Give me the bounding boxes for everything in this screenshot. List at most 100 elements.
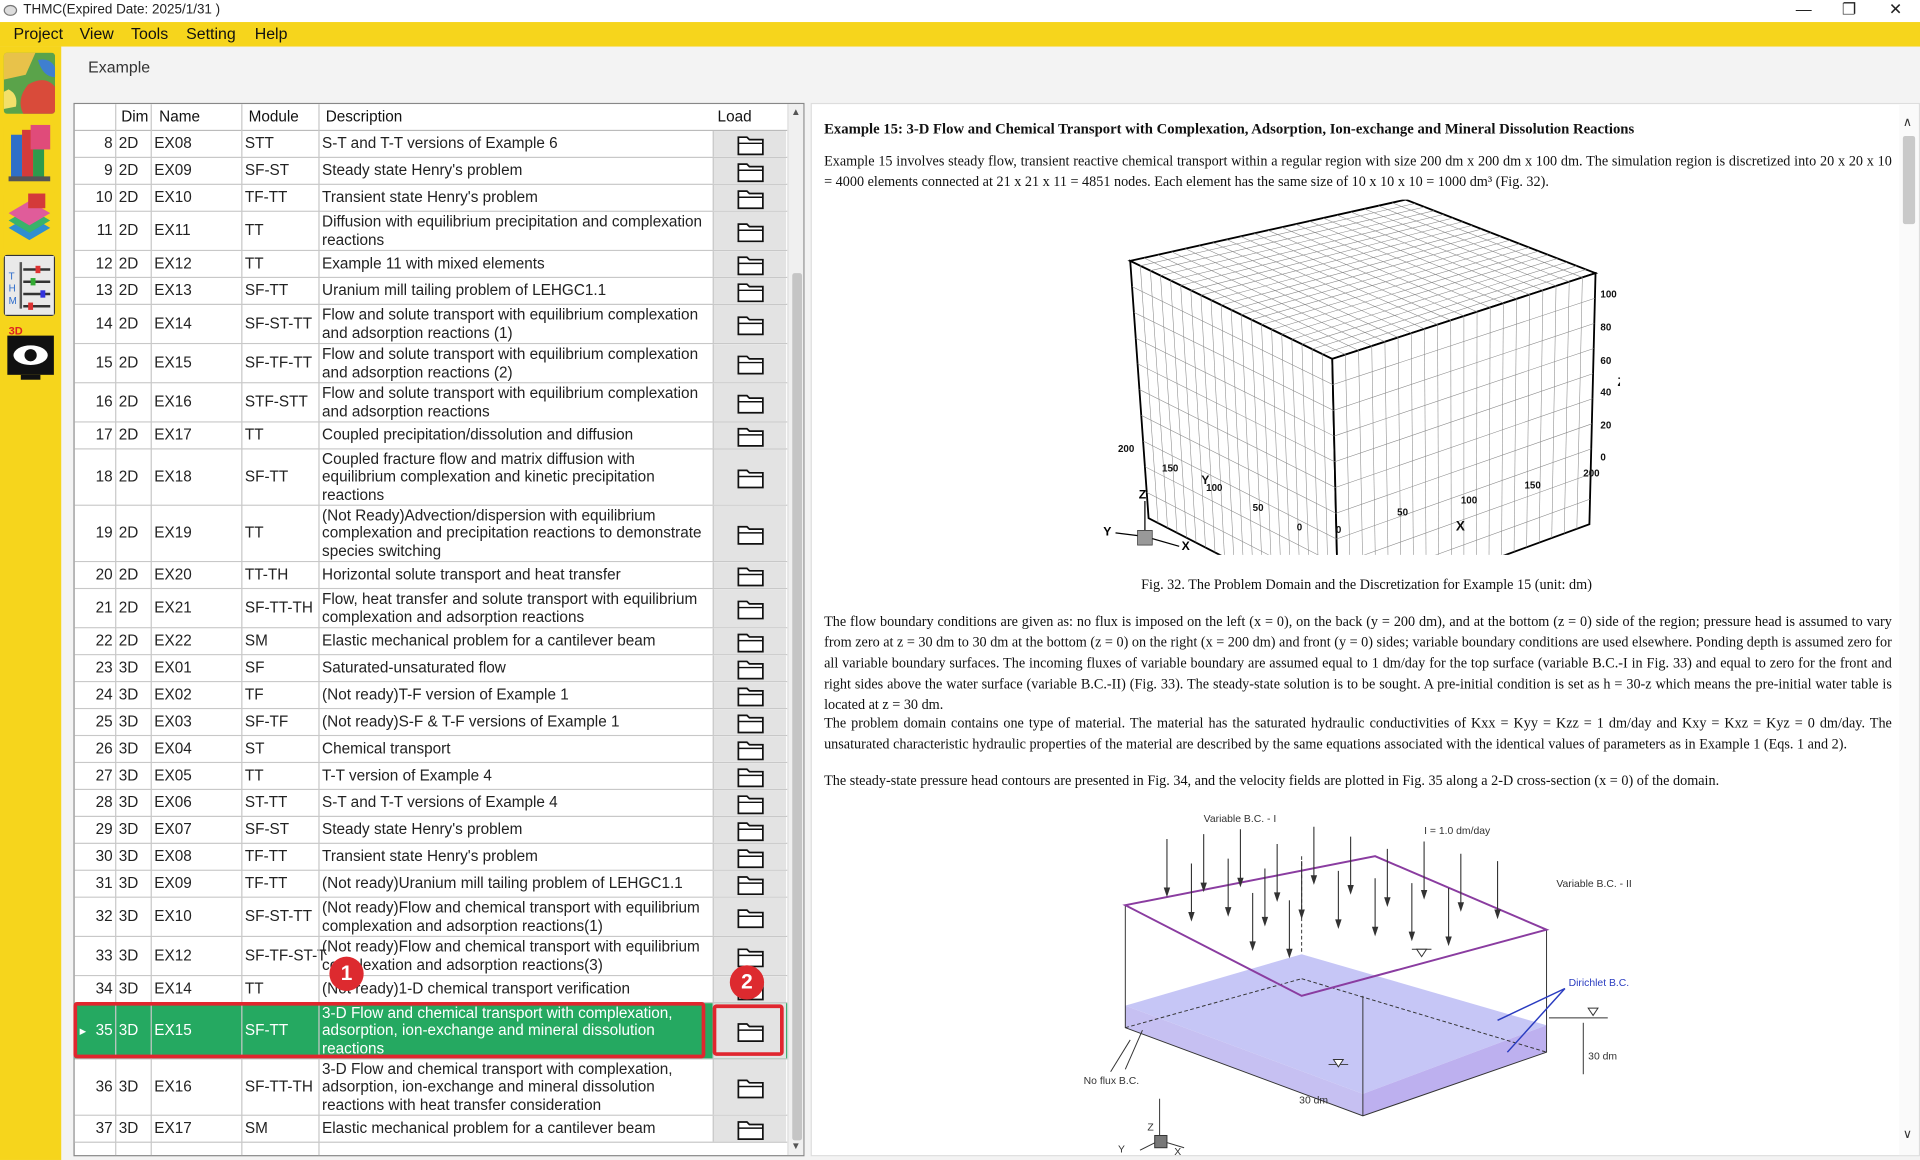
doc-scroll-down-icon[interactable]: ∨ <box>1903 1128 1912 1141</box>
table-row[interactable]: 26 3D EX04 ST Chemical transport <box>74 736 788 764</box>
menu-view[interactable]: View <box>80 24 114 42</box>
col-name-header[interactable]: Name <box>159 108 200 125</box>
load-button[interactable] <box>712 131 787 157</box>
load-button[interactable] <box>712 1115 787 1142</box>
table-row[interactable]: 17 2D EX17 TT Coupled precipitation/dissolut… <box>74 422 788 450</box>
load-button[interactable] <box>712 344 787 383</box>
menu-help[interactable]: Help <box>255 24 288 42</box>
load-button[interactable] <box>712 305 787 343</box>
cell-name: EX19 <box>154 524 192 542</box>
table-row[interactable]: 13 2D EX13 SF-TT Uranium mill tailing proble… <box>74 278 788 306</box>
cell-name: EX20 <box>154 566 192 584</box>
load-button[interactable] <box>712 278 787 304</box>
load-button[interactable] <box>712 843 787 870</box>
table-row[interactable]: 18 2D EX18 SF-TT Coupled fracture flow and m… <box>74 449 788 506</box>
col-module-header[interactable]: Module <box>249 108 299 125</box>
table-row[interactable]: 31 3D EX09 TF-TT (Not ready)Uranium mill tai… <box>74 870 788 898</box>
load-button[interactable] <box>712 383 787 422</box>
load-button[interactable] <box>712 682 787 708</box>
table-row[interactable]: 11 2D EX11 TT Diffusion with equilibrium pre… <box>74 211 788 252</box>
load-button[interactable] <box>712 709 787 735</box>
3d-viewer-tool-icon[interactable]: 3D <box>3 323 56 385</box>
cell-module: SF-TT-TH <box>244 1078 313 1096</box>
table-row[interactable]: 23 3D EX01 SF Saturated-unsaturated flow <box>74 655 788 683</box>
fig32-axis-y: Y <box>1201 473 1209 487</box>
map-tool-icon[interactable] <box>3 52 56 114</box>
load-button[interactable] <box>712 897 787 936</box>
table-row[interactable]: 10 2D EX10 TF-TT Transient state Henry's pro… <box>74 184 788 212</box>
col-dim-header[interactable]: Dim <box>121 108 148 125</box>
fig33-dim-right: 30 dm <box>1588 1052 1617 1063</box>
load-button[interactable] <box>712 790 787 816</box>
cell-description: Saturated-unsaturated flow <box>322 659 506 677</box>
menu-project[interactable]: Project <box>13 24 63 42</box>
doc-scrollbar[interactable]: ∧ ∨ <box>1899 104 1919 1156</box>
load-button[interactable] <box>712 1059 787 1115</box>
load-button[interactable] <box>712 655 787 682</box>
table-row[interactable]: 29 3D EX07 SF-ST Steady state Henry's proble… <box>74 817 788 844</box>
menu-setting[interactable]: Setting <box>186 24 236 42</box>
table-row[interactable]: 36 3D EX16 SF-TT-TH 3-D Flow and chemical tr… <box>74 1059 788 1116</box>
load-button[interactable] <box>712 562 787 588</box>
table-row[interactable]: 34 3D EX14 TT (Not ready)1-D chemical transp… <box>74 976 788 1004</box>
table-row[interactable]: 32 3D EX10 SF-ST-TT (Not ready)Flow and chem… <box>74 897 788 938</box>
svg-text:T: T <box>9 271 15 282</box>
load-button[interactable] <box>712 422 787 449</box>
menu-tools[interactable]: Tools <box>131 24 168 42</box>
grid-scrollbar[interactable]: ▲ ▼ <box>787 104 804 1156</box>
load-button[interactable] <box>712 736 787 762</box>
books-tool-icon[interactable] <box>3 122 56 184</box>
fig32-axis-x: X <box>1456 518 1465 533</box>
table-row[interactable]: 24 3D EX02 TF (Not ready)T-F version of Exam… <box>74 682 788 710</box>
thmc-panel-tool-icon[interactable]: T H M <box>3 254 56 317</box>
tab-example[interactable]: Example <box>88 58 150 76</box>
load-button[interactable] <box>712 158 787 184</box>
load-button[interactable] <box>712 817 787 843</box>
table-row[interactable]: 27 3D EX05 TT T-T version of Example 4 <box>74 763 788 791</box>
load-button[interactable] <box>712 589 787 628</box>
table-row[interactable]: 9 2D EX09 SF-ST Steady state Henry's problem <box>74 158 788 185</box>
doc-scroll-thumb[interactable] <box>1902 135 1916 225</box>
table-row[interactable]: 19 2D EX19 TT (Not Ready)Advection/dispersio… <box>74 505 788 563</box>
table-row[interactable]: 16 2D EX16 STF-STT Flow and solute transport… <box>74 383 788 423</box>
load-button[interactable] <box>712 763 787 789</box>
load-button[interactable] <box>712 505 787 562</box>
3d-layers-tool-icon[interactable] <box>3 191 56 253</box>
minimize-button[interactable]: — <box>1782 0 1826 22</box>
table-row[interactable]: 22 2D EX22 SM Elastic mechanical problem for… <box>74 628 788 656</box>
table-row[interactable]: 28 3D EX06 ST-TT S-T and T-T versions of Exa… <box>74 790 788 818</box>
load-button[interactable] <box>712 449 787 505</box>
close-button[interactable]: ✕ <box>1873 0 1917 22</box>
y-tick: 0 <box>1297 522 1303 533</box>
table-row[interactable]: 37 3D EX17 SM Elastic mechanical problem for… <box>74 1115 788 1143</box>
fig32-caption: Fig. 32. The Problem Domain and the Disc… <box>1141 576 1592 593</box>
table-row[interactable]: 30 3D EX08 TF-TT Transient state Henry's pro… <box>74 843 788 871</box>
x-tick: 150 <box>1525 481 1542 492</box>
doc-scroll-up-icon[interactable]: ∧ <box>1903 116 1912 129</box>
table-row[interactable]: 21 2D EX21 SF-TT-TH Flow, heat transfer and … <box>74 589 788 629</box>
load-button[interactable] <box>712 870 787 897</box>
table-row[interactable]: 15 2D EX15 SF-TF-TT Flow and solute transpor… <box>74 344 788 384</box>
scroll-up-icon[interactable]: ▲ <box>791 107 801 118</box>
folder-icon <box>736 427 764 447</box>
col-load-header[interactable]: Load <box>718 108 752 125</box>
load-button[interactable] <box>712 211 787 250</box>
load-button[interactable] <box>712 628 787 655</box>
table-row[interactable]: 25 3D EX03 SF-TF (Not ready)S-F & T-F versio… <box>74 709 788 737</box>
table-row[interactable]: 8 2D EX08 STT S-T and T-T versions of Exampl… <box>74 131 788 159</box>
load-button[interactable] <box>712 251 787 277</box>
table-row[interactable]: 20 2D EX20 TT-TH Horizontal solute transport… <box>74 562 788 590</box>
table-row[interactable]: 12 2D EX12 TT Example 11 with mixed elements <box>74 251 788 279</box>
z-tick: 20 <box>1600 421 1611 432</box>
table-row[interactable]: 33 3D EX12 SF-TF-ST-T (Not ready)Flow and ch… <box>74 937 788 977</box>
table-row[interactable]: 14 2D EX14 SF-ST-TT Flow and solute transpor… <box>74 305 788 345</box>
cell-description: (Not ready)Uranium mill tailing problem … <box>322 874 683 893</box>
z-tick: 100 <box>1600 290 1617 301</box>
row-number: 22 <box>95 632 113 650</box>
scroll-down-icon[interactable]: ▼ <box>791 1140 801 1151</box>
restore-button[interactable]: ❐ <box>1827 0 1871 22</box>
col-description-header[interactable]: Description <box>326 108 403 125</box>
scroll-thumb[interactable] <box>792 273 803 1141</box>
cell-module: TT <box>244 426 264 444</box>
load-button[interactable] <box>712 184 787 211</box>
